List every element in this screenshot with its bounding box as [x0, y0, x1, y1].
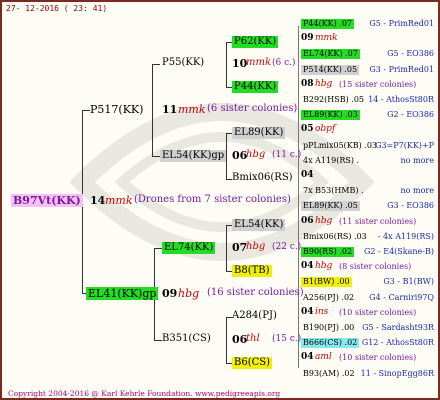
g4-origin: no more [400, 186, 434, 195]
g4-origin: G2 - E4(Skane-B) [363, 247, 434, 256]
connector [152, 156, 160, 157]
g4-node[interactable]: 7x B53(HMB) . [301, 186, 366, 196]
g2-count: 09 [162, 287, 178, 300]
connector [226, 225, 227, 271]
g2-count: 11 [162, 103, 178, 116]
connector [154, 340, 162, 341]
g4-origin: - 4x A119(RS) [377, 232, 434, 241]
g2-el54[interactable]: EL54(KK)gp [160, 150, 227, 162]
g2-el74[interactable]: EL74(KK) [162, 242, 216, 254]
g4-count: 08 [301, 79, 314, 89]
g4-node[interactable]: pPLmix05(KB) .03 [301, 141, 379, 151]
g4-note: (15 sister colonies) [339, 80, 417, 89]
g4-node[interactable]: P44(KK) .07 [301, 19, 355, 29]
g3-note: (11 c.) [272, 150, 302, 160]
g4-origin: G5 - EO386 [387, 49, 434, 58]
root-breed: mmk [105, 194, 133, 207]
g4-count: 04 [301, 261, 314, 271]
g3-bmix06[interactable]: Bmix06(RS) [232, 173, 293, 183]
g4-node[interactable]: B90(RS) .02 [301, 247, 355, 257]
root-note: (Drones from 7 sister colonies) [134, 194, 291, 205]
g2-b351[interactable]: B351(CS) [162, 334, 211, 344]
g4-origin: G2 - EO386 [387, 110, 434, 119]
g4-count: 04 [301, 170, 314, 180]
sire-node[interactable]: P517(KK) [90, 104, 143, 115]
g4-breed: obpf [315, 124, 336, 134]
g4-origin: G12 - AthosSt80R [361, 338, 434, 347]
g3-breed: hbg [246, 149, 266, 160]
g4-breed: mmk [315, 33, 338, 43]
g4-node[interactable]: B1(BW) .00 [301, 277, 352, 287]
g4-note: (8 sister colonies) [339, 262, 412, 271]
g2-note: (16 sister colonies) [207, 287, 304, 298]
g4-origin: G3 - EO386 [387, 201, 434, 210]
g4-origin: G4 - Carniri97Q [369, 293, 434, 302]
pedigree-canvas: 27- 12-2016 ( 23: 41) B97Vt(KK) 14 mmk (… [0, 0, 440, 400]
connector [154, 248, 162, 249]
connector [226, 42, 227, 87]
g4-breed: aml [315, 352, 332, 362]
g3-breed: thl [246, 333, 260, 344]
g3-note: (22 c.) [272, 242, 302, 252]
g2-breed: mmk [178, 103, 206, 116]
g4-node[interactable]: B190(PJ) .00 [301, 323, 356, 333]
root-node[interactable]: B97Vt(KK) [11, 194, 83, 207]
generated-date: 27- 12-2016 ( 23: 41) [6, 4, 108, 13]
g4-count: 04 [301, 352, 314, 362]
g4-node[interactable]: EL89(KK) .03 [301, 110, 360, 120]
g3-breed: mmk [246, 57, 272, 68]
g4-node[interactable]: P514(KK) .05 [301, 65, 360, 75]
g4-node[interactable]: Bmix06(RS) .03 [301, 232, 369, 242]
g4-origin: 14 - AthosSt80R [368, 95, 434, 104]
g3-note: (15 c.) [272, 334, 302, 344]
g4-breed: hbg [315, 261, 333, 271]
connector [82, 110, 90, 111]
g4-breed: ins [315, 307, 329, 317]
g3-a284[interactable]: A284(PJ) [232, 311, 277, 321]
g4-node[interactable]: B666(CS) .02 [301, 338, 360, 348]
g4-node[interactable]: EL89(KK) .05 [301, 201, 360, 211]
g4-origin: G3 - B1(BW) [383, 277, 434, 286]
g3-p62[interactable]: P62(KK) [232, 36, 279, 48]
g4-count: 05 [301, 124, 314, 134]
g3-el54[interactable]: EL54(KK) [232, 219, 286, 231]
g3-b8[interactable]: B8(TB) [232, 265, 272, 277]
g4-breed: hbg [315, 79, 333, 89]
g3-breed: hbg [246, 241, 266, 252]
copyright-footer: Copyright 2004-2016 @ Karl Kehrle Founda… [8, 389, 281, 398]
g4-node[interactable]: B292(HSB) .05 [301, 95, 366, 105]
g4-count: 06 [301, 216, 314, 226]
dam-node[interactable]: EL41(KK)gp [86, 287, 159, 300]
g4-node[interactable]: 4x A119(RS) . [301, 156, 361, 166]
g4-note: (10 sister colonies) [339, 353, 417, 362]
g4-node[interactable]: B93(AM) .02 [301, 369, 357, 379]
g4-origin: G3 - PrimRed01 [369, 65, 434, 74]
g4-origin: G5 - Sardasht93R [362, 323, 434, 332]
connector [298, 26, 299, 368]
root-count: 14 [90, 194, 106, 207]
g4-origin: no more [400, 156, 434, 165]
g4-note: (10 sister colonies) [339, 308, 417, 317]
g3-el89[interactable]: EL89(KK) [232, 127, 286, 139]
g4-note: (11 sister colonies) [339, 217, 417, 226]
g3-p44[interactable]: P44(KK) [232, 81, 279, 93]
g3-b6[interactable]: B6(CS) [232, 357, 273, 369]
g4-count: 04 [301, 307, 314, 317]
g2-breed: hbg [178, 287, 200, 300]
g4-origin: G3=P7(KK)+P [375, 141, 434, 150]
connector [152, 64, 160, 65]
g4-origin: 11 - SinopEgg86R [360, 369, 434, 378]
g4-node[interactable]: EL74(KK) .07 [301, 49, 360, 59]
g2-note: (6 sister colonies) [207, 103, 298, 114]
g4-count: 09 [301, 33, 314, 43]
g4-breed: hbg [315, 216, 333, 226]
g2-p55[interactable]: P55(KK) [162, 58, 204, 68]
g4-origin: G5 - PrimRed01 [369, 19, 434, 28]
g3-note: (6 c.) [272, 58, 296, 68]
g4-node[interactable]: A256(PJ) .02 [301, 293, 356, 303]
connector [152, 64, 153, 156]
connector [226, 317, 227, 363]
